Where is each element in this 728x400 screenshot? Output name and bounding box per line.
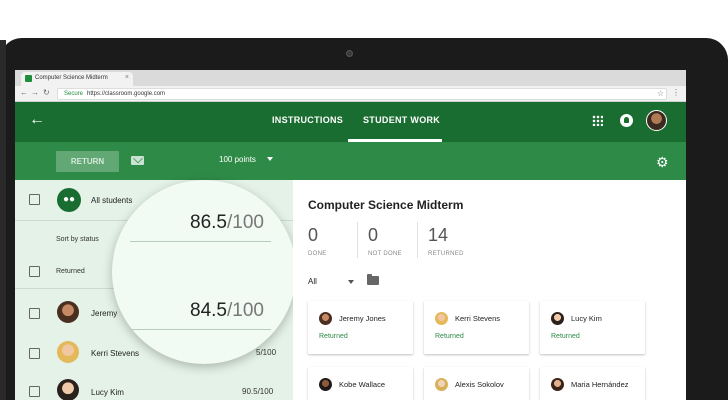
webcam: [346, 50, 353, 57]
done-label: DONE: [308, 251, 327, 257]
student-card[interactable]: Lucy Kim Returned: [540, 301, 645, 354]
laptop-edge: [0, 40, 6, 400]
account-avatar[interactable]: [646, 110, 667, 131]
url-input[interactable]: Secure https://classroom.google.com: [57, 88, 667, 100]
browser-reload-icon[interactable]: ↻: [43, 88, 50, 97]
browser-tab[interactable]: Computer Science Midterm ×: [21, 72, 133, 86]
student-name[interactable]: Kerri Stevens: [91, 349, 139, 358]
url-text: https://classroom.google.com: [87, 91, 166, 97]
apps-grid-icon[interactable]: [592, 115, 603, 126]
student-avatar: [57, 379, 79, 400]
student-name[interactable]: Lucy Kim: [91, 388, 124, 397]
sort-dropdown[interactable]: Sort by status: [56, 236, 99, 243]
card-student-name: Lucy Kim: [571, 314, 602, 323]
student-checkbox[interactable]: [29, 308, 40, 319]
all-students-label: All students: [91, 196, 133, 205]
assignment-panel: Computer Science Midterm 0 DONE 0 NOT DO…: [293, 180, 686, 400]
tab-instructions[interactable]: INSTRUCTIONS: [272, 115, 343, 125]
assignment-title: Computer Science Midterm: [308, 198, 464, 212]
stat-divider: [357, 222, 358, 258]
folder-icon[interactable]: [367, 274, 379, 285]
student-avatar: [57, 341, 79, 363]
card-student-name: Maria Hernández: [571, 380, 629, 389]
grade-magnifier: 86.5/100 84.5/100: [112, 180, 296, 364]
card-student-name: Kobe Wallace: [339, 380, 385, 389]
card-student-name: Jeremy Jones: [339, 314, 386, 323]
card-student-name: Alexis Sokolov: [455, 380, 504, 389]
points-dropdown[interactable]: 100 points: [219, 155, 256, 164]
notification-icon[interactable]: [620, 114, 633, 127]
student-checkbox[interactable]: [29, 386, 40, 397]
card-avatar: [435, 312, 448, 325]
grade-underline: [130, 241, 271, 242]
card-status: Returned: [435, 333, 464, 340]
return-button[interactable]: RETURN: [56, 151, 119, 172]
magnified-grade: 84.5/100: [190, 300, 264, 321]
card-status: Returned: [551, 333, 580, 340]
browser-tab-title: Computer Science Midterm: [35, 75, 108, 81]
card-avatar: [319, 378, 332, 391]
card-avatar: [319, 312, 332, 325]
secure-label: Secure: [64, 91, 84, 97]
student-grade[interactable]: 5/100: [256, 348, 276, 357]
done-count: 0: [308, 225, 319, 245]
not-done-count: 0: [368, 225, 379, 245]
browser-back-icon[interactable]: ←: [20, 88, 28, 97]
browser-menu-icon[interactable]: ⋮: [672, 88, 680, 97]
not-done-label: NOT DONE: [368, 251, 402, 257]
student-avatar: [57, 301, 79, 323]
student-card[interactable]: Kobe Wallace: [308, 367, 413, 400]
grading-toolbar: RETURN 100 points ⚙: [15, 142, 686, 180]
filter-caret-icon[interactable]: [348, 280, 354, 284]
student-card[interactable]: Alexis Sokolov: [424, 367, 529, 400]
returned-count: 14: [428, 225, 449, 245]
dropdown-caret-icon[interactable]: [267, 157, 273, 161]
all-students-checkbox[interactable]: [29, 194, 40, 205]
card-student-name: Kerri Stevens: [455, 314, 501, 323]
student-grade[interactable]: 90.5/100: [242, 387, 273, 396]
grade-underline: [130, 329, 271, 330]
laptop-screen: Computer Science Midterm × ← → ↻ Secure h…: [15, 70, 686, 400]
returned-label: RETURNED: [428, 251, 464, 257]
card-avatar: [551, 378, 564, 391]
student-name[interactable]: Jeremy: [91, 309, 117, 318]
student-card[interactable]: Maria Hernández: [540, 367, 645, 400]
browser-forward-icon[interactable]: →: [31, 88, 39, 97]
student-card[interactable]: Kerri Stevens Returned: [424, 301, 529, 354]
classroom-favicon-icon: [25, 75, 32, 82]
browser-address-bar: ← → ↻ Secure https://classroom.google.com…: [15, 86, 686, 102]
back-arrow-icon[interactable]: ←: [29, 111, 45, 129]
mail-icon[interactable]: [131, 156, 144, 165]
card-status: Returned: [319, 333, 348, 340]
card-avatar: [435, 378, 448, 391]
student-card[interactable]: Jeremy Jones Returned: [308, 301, 413, 354]
card-avatar: [551, 312, 564, 325]
browser-tabstrip: Computer Science Midterm ×: [15, 70, 686, 86]
tab-student-work[interactable]: STUDENT WORK: [363, 115, 440, 125]
bookmark-star-icon[interactable]: ☆: [657, 89, 664, 98]
group-icon: ●●: [57, 188, 81, 212]
stat-divider: [417, 222, 418, 258]
settings-gear-icon[interactable]: ⚙: [656, 154, 669, 171]
magnified-grade: 86.5/100: [190, 212, 264, 233]
tab-close-icon[interactable]: ×: [125, 74, 129, 81]
student-checkbox[interactable]: [29, 348, 40, 359]
returned-group-label: Returned: [56, 268, 85, 275]
returned-checkbox[interactable]: [29, 266, 40, 277]
classroom-appbar: ← INSTRUCTIONS STUDENT WORK: [15, 102, 686, 142]
filter-dropdown[interactable]: All: [308, 277, 317, 286]
